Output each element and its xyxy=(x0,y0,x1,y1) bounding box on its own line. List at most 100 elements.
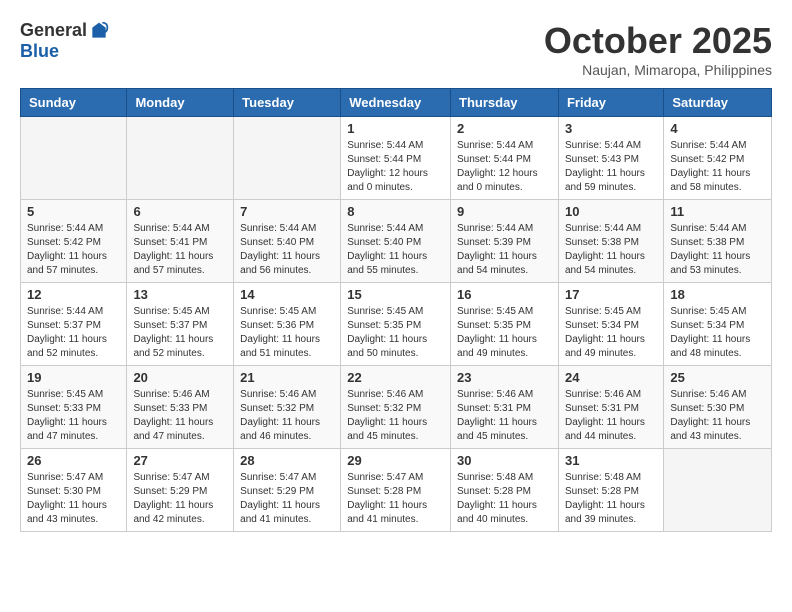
table-row: 5 Sunrise: 5:44 AM Sunset: 5:42 PM Daylig… xyxy=(21,200,127,283)
col-thursday: Thursday xyxy=(451,89,559,117)
table-row: 20 Sunrise: 5:46 AM Sunset: 5:33 PM Dayli… xyxy=(127,366,234,449)
table-row: 7 Sunrise: 5:44 AM Sunset: 5:40 PM Daylig… xyxy=(234,200,341,283)
table-row: 21 Sunrise: 5:46 AM Sunset: 5:32 PM Dayli… xyxy=(234,366,341,449)
day-number: 25 xyxy=(670,370,765,385)
logo-general: General xyxy=(20,20,87,41)
table-row: 10 Sunrise: 5:44 AM Sunset: 5:38 PM Dayli… xyxy=(558,200,663,283)
logo-icon xyxy=(89,21,109,41)
calendar-week-row: 5 Sunrise: 5:44 AM Sunset: 5:42 PM Daylig… xyxy=(21,200,772,283)
table-row xyxy=(21,117,127,200)
day-info: Sunrise: 5:46 AM Sunset: 5:30 PM Dayligh… xyxy=(670,388,765,444)
day-info: Sunrise: 5:44 AM Sunset: 5:41 PM Dayligh… xyxy=(133,222,227,278)
day-info: Sunrise: 5:48 AM Sunset: 5:28 PM Dayligh… xyxy=(565,471,657,527)
table-row: 15Sunrise: 5:45 AM Sunset: 5:35 PM Dayli… xyxy=(341,283,451,366)
table-row: 24 Sunrise: 5:46 AM Sunset: 5:31 PM Dayli… xyxy=(558,366,663,449)
calendar-week-row: 12Sunrise: 5:44 AM Sunset: 5:37 PM Dayli… xyxy=(21,283,772,366)
table-row: 3 Sunrise: 5:44 AM Sunset: 5:43 PM Daylig… xyxy=(558,117,663,200)
day-number: 18 xyxy=(670,287,765,302)
col-friday: Friday xyxy=(558,89,663,117)
col-tuesday: Tuesday xyxy=(234,89,341,117)
day-number: 19 xyxy=(27,370,120,385)
day-number: 10 xyxy=(565,204,657,219)
col-saturday: Saturday xyxy=(664,89,772,117)
day-info: Sunrise: 5:46 AM Sunset: 5:31 PM Dayligh… xyxy=(565,388,657,444)
day-info: Sunrise: 5:47 AM Sunset: 5:30 PM Dayligh… xyxy=(27,471,120,527)
day-number: 13 xyxy=(133,287,227,302)
table-row xyxy=(127,117,234,200)
day-number: 17 xyxy=(565,287,657,302)
col-wednesday: Wednesday xyxy=(341,89,451,117)
day-info: Sunrise: 5:47 AM Sunset: 5:29 PM Dayligh… xyxy=(240,471,334,527)
logo-blue: Blue xyxy=(20,41,59,62)
day-number: 12 xyxy=(27,287,120,302)
day-number: 21 xyxy=(240,370,334,385)
day-info: Sunrise: 5:45 AM Sunset: 5:37 PM Dayligh… xyxy=(133,305,227,361)
table-row: 12Sunrise: 5:44 AM Sunset: 5:37 PM Dayli… xyxy=(21,283,127,366)
day-number: 6 xyxy=(133,204,227,219)
table-row: 18 Sunrise: 5:45 AM Sunset: 5:34 PM Dayli… xyxy=(664,283,772,366)
col-sunday: Sunday xyxy=(21,89,127,117)
day-number: 14 xyxy=(240,287,334,302)
calendar-week-row: 26 Sunrise: 5:47 AM Sunset: 5:30 PM Dayli… xyxy=(21,449,772,532)
location: Naujan, Mimaropa, Philippines xyxy=(544,62,772,78)
logo: General Blue xyxy=(20,20,109,62)
table-row: 25 Sunrise: 5:46 AM Sunset: 5:30 PM Dayli… xyxy=(664,366,772,449)
day-number: 16 xyxy=(457,287,552,302)
day-info: Sunrise: 5:44 AM Sunset: 5:38 PM Dayligh… xyxy=(670,222,765,278)
table-row: 14Sunrise: 5:45 AM Sunset: 5:36 PM Dayli… xyxy=(234,283,341,366)
calendar-week-row: 19 Sunrise: 5:45 AM Sunset: 5:33 PM Dayli… xyxy=(21,366,772,449)
table-row: 9Sunrise: 5:44 AM Sunset: 5:39 PM Daylig… xyxy=(451,200,559,283)
day-number: 1 xyxy=(347,121,444,136)
day-number: 4 xyxy=(670,121,765,136)
day-info: Sunrise: 5:44 AM Sunset: 5:40 PM Dayligh… xyxy=(240,222,334,278)
day-info: Sunrise: 5:44 AM Sunset: 5:42 PM Dayligh… xyxy=(27,222,120,278)
day-info: Sunrise: 5:48 AM Sunset: 5:28 PM Dayligh… xyxy=(457,471,552,527)
calendar-table: Sunday Monday Tuesday Wednesday Thursday… xyxy=(20,88,772,532)
col-monday: Monday xyxy=(127,89,234,117)
day-info: Sunrise: 5:45 AM Sunset: 5:34 PM Dayligh… xyxy=(565,305,657,361)
day-info: Sunrise: 5:44 AM Sunset: 5:42 PM Dayligh… xyxy=(670,139,765,195)
day-info: Sunrise: 5:46 AM Sunset: 5:32 PM Dayligh… xyxy=(240,388,334,444)
day-info: Sunrise: 5:44 AM Sunset: 5:40 PM Dayligh… xyxy=(347,222,444,278)
day-number: 3 xyxy=(565,121,657,136)
table-row: 8Sunrise: 5:44 AM Sunset: 5:40 PM Daylig… xyxy=(341,200,451,283)
day-number: 22 xyxy=(347,370,444,385)
day-number: 27 xyxy=(133,453,227,468)
day-info: Sunrise: 5:44 AM Sunset: 5:44 PM Dayligh… xyxy=(457,139,552,195)
table-row: 16Sunrise: 5:45 AM Sunset: 5:35 PM Dayli… xyxy=(451,283,559,366)
day-number: 5 xyxy=(27,204,120,219)
table-row: 4 Sunrise: 5:44 AM Sunset: 5:42 PM Daylig… xyxy=(664,117,772,200)
day-info: Sunrise: 5:44 AM Sunset: 5:38 PM Dayligh… xyxy=(565,222,657,278)
table-row xyxy=(234,117,341,200)
day-number: 23 xyxy=(457,370,552,385)
table-row: 19 Sunrise: 5:45 AM Sunset: 5:33 PM Dayli… xyxy=(21,366,127,449)
day-number: 24 xyxy=(565,370,657,385)
day-number: 20 xyxy=(133,370,227,385)
day-number: 30 xyxy=(457,453,552,468)
title-block: October 2025 Naujan, Mimaropa, Philippin… xyxy=(544,20,772,78)
day-info: Sunrise: 5:45 AM Sunset: 5:33 PM Dayligh… xyxy=(27,388,120,444)
day-info: Sunrise: 5:46 AM Sunset: 5:32 PM Dayligh… xyxy=(347,388,444,444)
table-row: 11Sunrise: 5:44 AM Sunset: 5:38 PM Dayli… xyxy=(664,200,772,283)
day-info: Sunrise: 5:46 AM Sunset: 5:33 PM Dayligh… xyxy=(133,388,227,444)
table-row: 27 Sunrise: 5:47 AM Sunset: 5:29 PM Dayli… xyxy=(127,449,234,532)
day-number: 15 xyxy=(347,287,444,302)
table-row: 30 Sunrise: 5:48 AM Sunset: 5:28 PM Dayli… xyxy=(451,449,559,532)
day-info: Sunrise: 5:47 AM Sunset: 5:29 PM Dayligh… xyxy=(133,471,227,527)
day-number: 2 xyxy=(457,121,552,136)
day-info: Sunrise: 5:45 AM Sunset: 5:34 PM Dayligh… xyxy=(670,305,765,361)
table-row: 28 Sunrise: 5:47 AM Sunset: 5:29 PM Dayli… xyxy=(234,449,341,532)
day-info: Sunrise: 5:44 AM Sunset: 5:43 PM Dayligh… xyxy=(565,139,657,195)
table-row: 22 Sunrise: 5:46 AM Sunset: 5:32 PM Dayli… xyxy=(341,366,451,449)
day-number: 9 xyxy=(457,204,552,219)
day-number: 26 xyxy=(27,453,120,468)
month-title: October 2025 xyxy=(544,20,772,62)
table-row: 31 Sunrise: 5:48 AM Sunset: 5:28 PM Dayli… xyxy=(558,449,663,532)
table-row: 26 Sunrise: 5:47 AM Sunset: 5:30 PM Dayli… xyxy=(21,449,127,532)
table-row xyxy=(664,449,772,532)
calendar-week-row: 1 Sunrise: 5:44 AM Sunset: 5:44 PM Daylig… xyxy=(21,117,772,200)
day-number: 7 xyxy=(240,204,334,219)
day-number: 28 xyxy=(240,453,334,468)
table-row: 2 Sunrise: 5:44 AM Sunset: 5:44 PM Daylig… xyxy=(451,117,559,200)
day-number: 31 xyxy=(565,453,657,468)
